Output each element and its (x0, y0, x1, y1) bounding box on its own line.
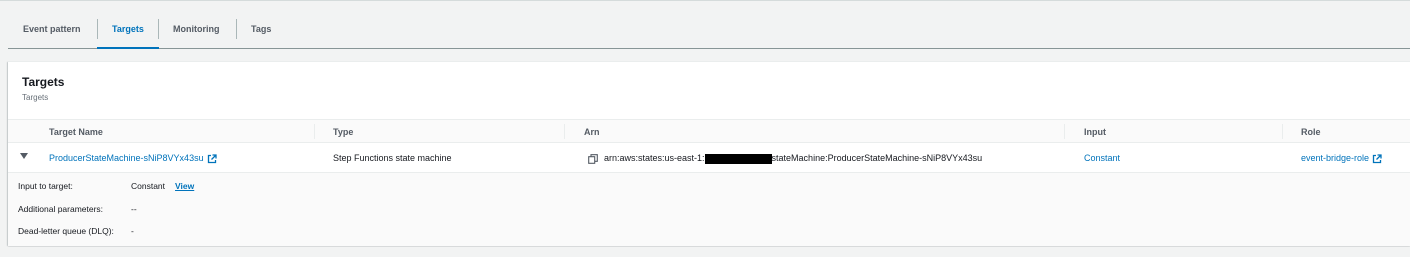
column-separator[interactable] (1064, 124, 1065, 139)
column-header-target-name: Target Name (49, 127, 103, 137)
additional-parameters-value: -- (131, 204, 137, 214)
tab-tags[interactable]: Tags (236, 18, 286, 48)
tab-event-pattern[interactable]: Event pattern (8, 18, 96, 48)
redacted-account-id (704, 153, 772, 164)
input-to-target-value: Constant View (131, 181, 194, 191)
table-header: Target Name Type Arn Input Role (8, 119, 1410, 143)
arn-suffix: stateMachine:ProducerStateMachine-sNiP8V… (771, 153, 983, 163)
target-name-link[interactable]: ProducerStateMachine-sNiP8VYx43su (49, 153, 204, 163)
column-header-arn: Arn (584, 127, 600, 137)
column-separator[interactable] (564, 124, 565, 139)
column-header-type: Type (333, 127, 354, 137)
external-link-icon[interactable] (207, 153, 217, 164)
dlq-value: - (131, 226, 134, 236)
expanded-row-details: Input to target: Constant View Additional… (8, 173, 1410, 246)
arn-cell: arn:aws:states:us-east-1: stateMachine:Pr… (588, 153, 982, 164)
view-input-link[interactable]: View (175, 181, 194, 191)
tab-monitoring[interactable]: Monitoring (158, 18, 235, 48)
input-to-target-label: Input to target: (18, 181, 73, 191)
copy-icon[interactable] (588, 153, 598, 164)
column-separator[interactable] (314, 124, 315, 139)
role-link[interactable]: event-bridge-role (1301, 153, 1369, 163)
panel-description: Targets (22, 93, 49, 102)
caret-down-icon[interactable] (20, 153, 28, 159)
dlq-label: Dead-letter queue (DLQ): (18, 226, 114, 236)
target-name-cell: ProducerStateMachine-sNiP8VYx43su (49, 153, 217, 164)
table-row: ProducerStateMachine-sNiP8VYx43su Step F… (8, 144, 1410, 173)
tab-targets[interactable]: Targets (97, 18, 159, 49)
type-cell: Step Functions state machine (333, 153, 452, 163)
panel-title: Targets (22, 75, 65, 89)
column-separator[interactable] (1282, 124, 1283, 139)
role-cell: event-bridge-role (1301, 153, 1382, 164)
targets-panel: Targets Targets Target Name Type Arn Inp… (8, 61, 1410, 246)
arn-prefix: arn:aws:states:us-east-1: (604, 153, 705, 163)
external-link-icon[interactable] (1372, 153, 1382, 164)
input-to-target-text: Constant (131, 181, 166, 191)
additional-parameters-label: Additional parameters: (18, 204, 104, 214)
tab-bar: Event pattern Targets Monitoring Tags (8, 1, 1410, 49)
column-header-role: Role (1301, 127, 1321, 137)
input-link[interactable]: Constant (1084, 153, 1120, 163)
column-header-input: Input (1084, 127, 1106, 137)
